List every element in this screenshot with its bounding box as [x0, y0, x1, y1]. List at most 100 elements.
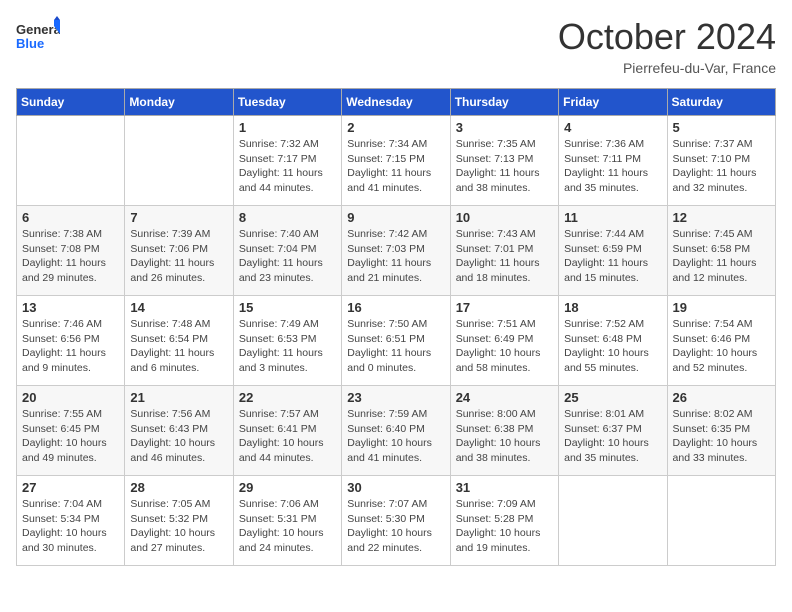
title-block: October 2024 Pierrefeu-du-Var, France: [558, 16, 776, 76]
day-number: 28: [130, 480, 227, 495]
calendar-cell: 8 Sunrise: 7:40 AM Sunset: 7:04 PM Daylig…: [233, 206, 341, 296]
day-info: Sunrise: 7:45 AM Sunset: 6:58 PM Dayligh…: [673, 227, 770, 286]
day-info: Sunrise: 7:35 AM Sunset: 7:13 PM Dayligh…: [456, 137, 553, 196]
calendar-cell: 27 Sunrise: 7:04 AM Sunset: 5:34 PM Dayli…: [17, 476, 125, 566]
day-number: 26: [673, 390, 770, 405]
day-info: Sunrise: 7:52 AM Sunset: 6:48 PM Dayligh…: [564, 317, 661, 376]
day-number: 14: [130, 300, 227, 315]
day-info: Sunrise: 7:37 AM Sunset: 7:10 PM Dayligh…: [673, 137, 770, 196]
day-info: Sunrise: 7:32 AM Sunset: 7:17 PM Dayligh…: [239, 137, 336, 196]
calendar-cell: 2 Sunrise: 7:34 AM Sunset: 7:15 PM Daylig…: [342, 116, 450, 206]
day-number: 5: [673, 120, 770, 135]
day-number: 9: [347, 210, 444, 225]
day-number: 27: [22, 480, 119, 495]
day-number: 22: [239, 390, 336, 405]
calendar-cell: [559, 476, 667, 566]
day-info: Sunrise: 7:39 AM Sunset: 7:06 PM Dayligh…: [130, 227, 227, 286]
day-info: Sunrise: 7:06 AM Sunset: 5:31 PM Dayligh…: [239, 497, 336, 556]
calendar-cell: 18Sunrise: 7:52 AM Sunset: 6:48 PM Dayli…: [559, 296, 667, 386]
calendar-cell: 19 Sunrise: 7:54 AM Sunset: 6:46 PM Dayli…: [667, 296, 775, 386]
calendar-cell: 15Sunrise: 7:49 AM Sunset: 6:53 PM Dayli…: [233, 296, 341, 386]
location: Pierrefeu-du-Var, France: [558, 60, 776, 76]
weekday-header-sunday: Sunday: [17, 89, 125, 116]
calendar-cell: 14 Sunrise: 7:48 AM Sunset: 6:54 PM Dayli…: [125, 296, 233, 386]
day-number: 21: [130, 390, 227, 405]
weekday-header-wednesday: Wednesday: [342, 89, 450, 116]
calendar-cell: 4 Sunrise: 7:36 AM Sunset: 7:11 PM Daylig…: [559, 116, 667, 206]
day-info: Sunrise: 7:54 AM Sunset: 6:46 PM Dayligh…: [673, 317, 770, 376]
svg-text:General: General: [16, 22, 60, 37]
day-number: 12: [673, 210, 770, 225]
day-info: Sunrise: 8:00 AM Sunset: 6:38 PM Dayligh…: [456, 407, 553, 466]
day-number: 24: [456, 390, 553, 405]
day-number: 25: [564, 390, 661, 405]
day-number: 20: [22, 390, 119, 405]
calendar-cell: 26 Sunrise: 8:02 AM Sunset: 6:35 PM Dayli…: [667, 386, 775, 476]
calendar-cell: 7 Sunrise: 7:39 AM Sunset: 7:06 PM Daylig…: [125, 206, 233, 296]
day-number: 11: [564, 210, 661, 225]
calendar-cell: 11Sunrise: 7:44 AM Sunset: 6:59 PM Dayli…: [559, 206, 667, 296]
calendar-cell: 1 Sunrise: 7:32 AM Sunset: 7:17 PM Daylig…: [233, 116, 341, 206]
day-info: Sunrise: 7:57 AM Sunset: 6:41 PM Dayligh…: [239, 407, 336, 466]
day-info: Sunrise: 7:48 AM Sunset: 6:54 PM Dayligh…: [130, 317, 227, 376]
calendar-cell: [17, 116, 125, 206]
day-info: Sunrise: 7:46 AM Sunset: 6:56 PM Dayligh…: [22, 317, 119, 376]
day-number: 4: [564, 120, 661, 135]
day-number: 29: [239, 480, 336, 495]
day-info: Sunrise: 8:01 AM Sunset: 6:37 PM Dayligh…: [564, 407, 661, 466]
day-info: Sunrise: 7:40 AM Sunset: 7:04 PM Dayligh…: [239, 227, 336, 286]
day-number: 23: [347, 390, 444, 405]
calendar-cell: [667, 476, 775, 566]
day-number: 31: [456, 480, 553, 495]
day-info: Sunrise: 7:05 AM Sunset: 5:32 PM Dayligh…: [130, 497, 227, 556]
calendar-cell: 29 Sunrise: 7:06 AM Sunset: 5:31 PM Dayli…: [233, 476, 341, 566]
calendar-cell: 10 Sunrise: 7:43 AM Sunset: 7:01 PM Dayli…: [450, 206, 558, 296]
day-info: Sunrise: 8:02 AM Sunset: 6:35 PM Dayligh…: [673, 407, 770, 466]
calendar-cell: 28 Sunrise: 7:05 AM Sunset: 5:32 PM Dayli…: [125, 476, 233, 566]
day-info: Sunrise: 7:36 AM Sunset: 7:11 PM Dayligh…: [564, 137, 661, 196]
day-number: 30: [347, 480, 444, 495]
day-number: 3: [456, 120, 553, 135]
calendar-cell: 13 Sunrise: 7:46 AM Sunset: 6:56 PM Dayli…: [17, 296, 125, 386]
weekday-header-friday: Friday: [559, 89, 667, 116]
day-number: 8: [239, 210, 336, 225]
day-info: Sunrise: 7:56 AM Sunset: 6:43 PM Dayligh…: [130, 407, 227, 466]
month-title: October 2024: [558, 16, 776, 58]
calendar-cell: 22 Sunrise: 7:57 AM Sunset: 6:41 PM Dayli…: [233, 386, 341, 476]
day-number: 2: [347, 120, 444, 135]
day-number: 10: [456, 210, 553, 225]
weekday-header-thursday: Thursday: [450, 89, 558, 116]
day-info: Sunrise: 7:07 AM Sunset: 5:30 PM Dayligh…: [347, 497, 444, 556]
day-info: Sunrise: 7:43 AM Sunset: 7:01 PM Dayligh…: [456, 227, 553, 286]
day-number: 1: [239, 120, 336, 135]
day-info: Sunrise: 7:55 AM Sunset: 6:45 PM Dayligh…: [22, 407, 119, 466]
calendar-cell: 31 Sunrise: 7:09 AM Sunset: 5:28 PM Dayli…: [450, 476, 558, 566]
day-number: 19: [673, 300, 770, 315]
calendar-cell: 25 Sunrise: 8:01 AM Sunset: 6:37 PM Dayli…: [559, 386, 667, 476]
day-number: 13: [22, 300, 119, 315]
calendar-cell: 5 Sunrise: 7:37 AM Sunset: 7:10 PM Daylig…: [667, 116, 775, 206]
day-info: Sunrise: 7:09 AM Sunset: 5:28 PM Dayligh…: [456, 497, 553, 556]
day-info: Sunrise: 7:34 AM Sunset: 7:15 PM Dayligh…: [347, 137, 444, 196]
weekday-header-tuesday: Tuesday: [233, 89, 341, 116]
day-info: Sunrise: 7:04 AM Sunset: 5:34 PM Dayligh…: [22, 497, 119, 556]
day-number: 15: [239, 300, 336, 315]
logo: General Blue: [16, 16, 64, 54]
calendar-cell: 20 Sunrise: 7:55 AM Sunset: 6:45 PM Dayli…: [17, 386, 125, 476]
calendar-cell: 23 Sunrise: 7:59 AM Sunset: 6:40 PM Dayli…: [342, 386, 450, 476]
page-header: General Blue October 2024 Pierrefeu-du-V…: [16, 16, 776, 76]
svg-text:Blue: Blue: [16, 36, 44, 51]
calendar-cell: 16Sunrise: 7:50 AM Sunset: 6:51 PM Dayli…: [342, 296, 450, 386]
calendar-cell: 6Sunrise: 7:38 AM Sunset: 7:08 PM Daylig…: [17, 206, 125, 296]
day-info: Sunrise: 7:42 AM Sunset: 7:03 PM Dayligh…: [347, 227, 444, 286]
day-info: Sunrise: 7:59 AM Sunset: 6:40 PM Dayligh…: [347, 407, 444, 466]
calendar-cell: 3 Sunrise: 7:35 AM Sunset: 7:13 PM Daylig…: [450, 116, 558, 206]
calendar-cell: 12 Sunrise: 7:45 AM Sunset: 6:58 PM Dayli…: [667, 206, 775, 296]
day-info: Sunrise: 7:38 AM Sunset: 7:08 PM Dayligh…: [22, 227, 119, 286]
calendar-cell: 17Sunrise: 7:51 AM Sunset: 6:49 PM Dayli…: [450, 296, 558, 386]
day-number: 7: [130, 210, 227, 225]
calendar-cell: [125, 116, 233, 206]
calendar-cell: 21 Sunrise: 7:56 AM Sunset: 6:43 PM Dayli…: [125, 386, 233, 476]
calendar-cell: 9 Sunrise: 7:42 AM Sunset: 7:03 PM Daylig…: [342, 206, 450, 296]
day-info: Sunrise: 7:50 AM Sunset: 6:51 PM Dayligh…: [347, 317, 444, 376]
